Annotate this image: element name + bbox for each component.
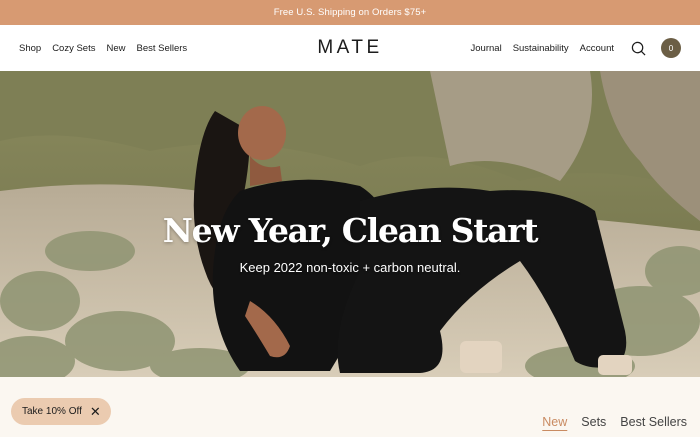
- hero-title: New Year, Clean Start: [162, 211, 539, 250]
- nav-cozy-sets[interactable]: Cozy Sets: [52, 43, 95, 54]
- product-section-header: Take 10% Off ✕ New Sets Best Sellers: [0, 377, 700, 437]
- discount-label[interactable]: Take 10% Off: [22, 406, 82, 417]
- tab-best-sellers[interactable]: Best Sellers: [620, 415, 687, 429]
- nav-best-sellers[interactable]: Best Sellers: [137, 43, 188, 54]
- close-icon[interactable]: ✕: [90, 405, 101, 418]
- tab-new[interactable]: New: [542, 415, 567, 429]
- hero-subtitle: Keep 2022 non-toxic + carbon neutral.: [239, 260, 461, 275]
- tab-sets[interactable]: Sets: [581, 415, 606, 429]
- cart-count: 0: [668, 43, 674, 53]
- primary-nav: Shop Cozy Sets New Best Sellers: [19, 25, 187, 71]
- logo[interactable]: MATE: [317, 37, 382, 59]
- cart-button[interactable]: 0: [661, 38, 681, 58]
- promo-bar: Free U.S. Shipping on Orders $75+: [0, 0, 700, 25]
- nav-new[interactable]: New: [106, 43, 125, 54]
- hero-banner[interactable]: New Year, Clean Start Keep 2022 non-toxi…: [0, 71, 700, 377]
- site-header: Shop Cozy Sets New Best Sellers MATE Jou…: [0, 25, 700, 71]
- secondary-nav: Journal Sustainability Account 0: [471, 25, 681, 71]
- nav-sustainability[interactable]: Sustainability: [513, 43, 569, 54]
- nav-shop[interactable]: Shop: [19, 43, 41, 54]
- search-icon[interactable]: [630, 40, 646, 56]
- nav-journal[interactable]: Journal: [471, 43, 502, 54]
- promo-text: Free U.S. Shipping on Orders $75+: [273, 7, 427, 18]
- discount-pill[interactable]: Take 10% Off ✕: [11, 398, 111, 425]
- product-tabs: New Sets Best Sellers: [542, 415, 687, 429]
- nav-account[interactable]: Account: [580, 43, 614, 54]
